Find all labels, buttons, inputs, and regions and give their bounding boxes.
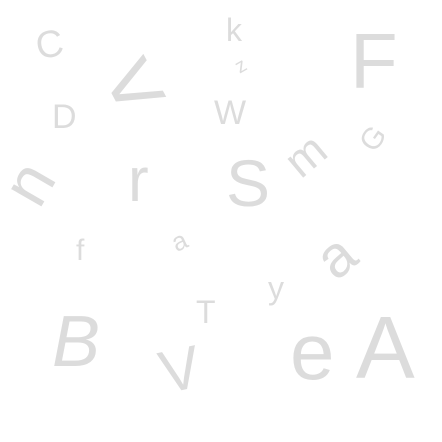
captcha-char-s[interactable]: S (226, 150, 270, 216)
captcha-char-g[interactable]: G (353, 120, 393, 158)
captcha-char-e[interactable]: e (290, 312, 335, 392)
captcha-char-d[interactable]: D (52, 100, 77, 134)
captcha-char-a-small[interactable]: a (166, 224, 192, 257)
captcha-char-a-upper[interactable]: A (356, 304, 415, 392)
captcha-char-c[interactable]: C (33, 22, 67, 68)
captcha-char-z[interactable]: z (231, 54, 251, 78)
captcha-char-f-upper[interactable]: F (350, 22, 398, 100)
captcha-char-n[interactable]: n (0, 149, 70, 218)
captcha-character-field: C k F < D W z G m n r S f a a y T B V e … (0, 0, 442, 442)
captcha-char-w[interactable]: W (214, 96, 246, 130)
captcha-char-less-than[interactable]: < (84, 25, 184, 146)
captcha-char-a-large[interactable]: a (303, 221, 369, 292)
captcha-char-v[interactable]: V (153, 333, 206, 407)
captcha-char-y[interactable]: y (268, 272, 284, 304)
captcha-char-r[interactable]: r (128, 150, 149, 212)
captcha-char-t[interactable]: T (196, 296, 216, 328)
captcha-char-b[interactable]: B (52, 306, 100, 378)
captcha-char-m[interactable]: m (274, 123, 337, 187)
captcha-char-f-lower[interactable]: f (76, 236, 84, 266)
captcha-char-k[interactable]: k (226, 14, 242, 46)
